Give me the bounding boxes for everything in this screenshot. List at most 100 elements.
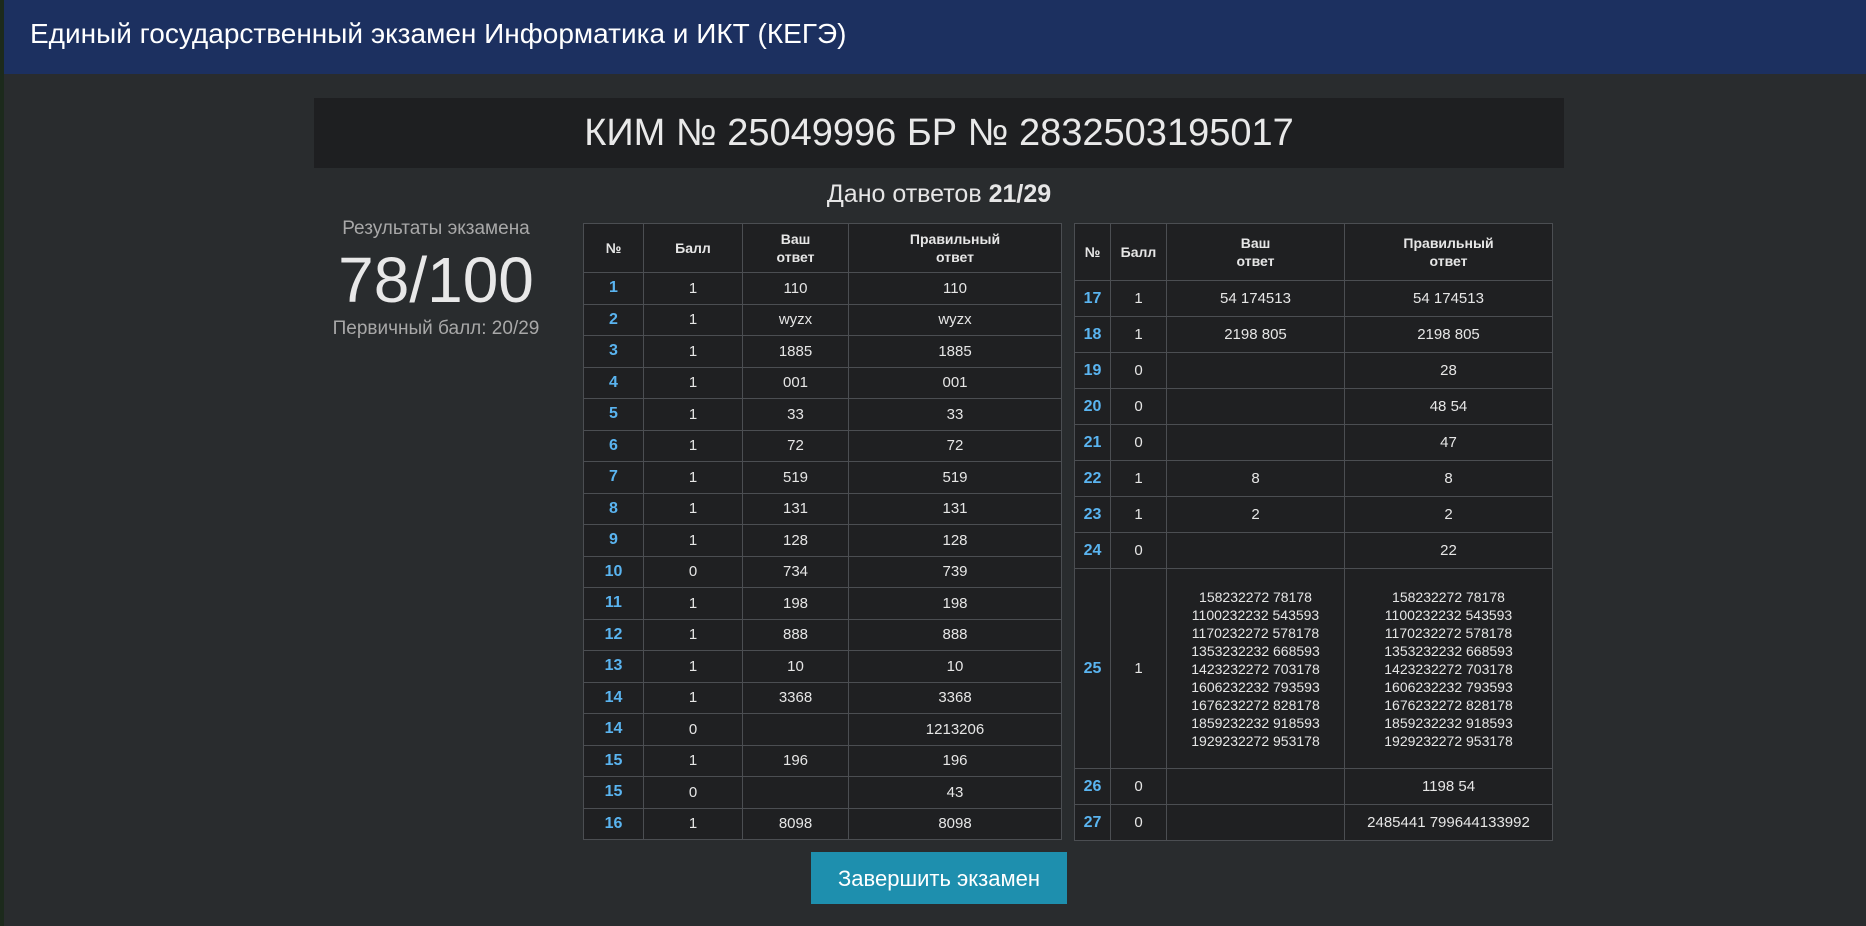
your-answer: 2 — [1166, 496, 1345, 533]
col-correct-answer: Правильный ответ — [848, 223, 1062, 273]
task-number[interactable]: 1 — [583, 272, 644, 305]
task-score: 1 — [643, 461, 743, 494]
task-score: 0 — [643, 713, 743, 746]
task-score: 1 — [1110, 460, 1167, 497]
col-score: Балл — [643, 223, 743, 273]
col-your-answer: Ваш ответ — [742, 223, 849, 273]
your-answer — [1166, 352, 1345, 389]
task-score: 1 — [643, 492, 743, 525]
answers-table-left: № Балл Ваш ответ Правильный ответ 1 1 110 110… — [583, 223, 1062, 840]
task-number[interactable]: 2 — [583, 303, 644, 336]
your-answer: 519 — [742, 461, 849, 494]
correct-answer-line: 1676232272 828178 — [1384, 696, 1513, 713]
task-score: 1 — [643, 650, 743, 683]
task-score: 0 — [1110, 532, 1167, 569]
your-answer: 2198 805 — [1166, 316, 1345, 353]
task-number[interactable]: 3 — [583, 335, 644, 368]
task-score: 1 — [643, 744, 743, 777]
table-row: 18 1 2198 805 2198 805 — [1074, 316, 1553, 353]
correct-answer: 28 — [1344, 352, 1553, 389]
task-number[interactable]: 10 — [583, 555, 644, 588]
table-row: 4 1 001 001 — [583, 366, 1062, 399]
task-number[interactable]: 7 — [583, 461, 644, 494]
task-number[interactable]: 22 — [1074, 460, 1111, 497]
answers-given-count: 21/29 — [988, 180, 1052, 208]
correct-answer: 48 54 — [1344, 388, 1553, 425]
task-number[interactable]: 12 — [583, 618, 644, 651]
task-number[interactable]: 14 — [583, 681, 644, 714]
answers-table-right: № Балл Ваш ответ Правильный ответ 17 1 54 17… — [1074, 223, 1553, 841]
task-number[interactable]: 9 — [583, 524, 644, 557]
your-answer: 131 — [742, 492, 849, 525]
table-row: 2 1 wyzx wyzx — [583, 303, 1062, 336]
your-answer: 196 — [742, 744, 849, 777]
task-number[interactable]: 19 — [1074, 352, 1111, 389]
your-answer — [1166, 768, 1345, 805]
correct-answer: 2 — [1344, 496, 1553, 533]
table-row: 6 1 72 72 — [583, 429, 1062, 462]
task-number[interactable]: 16 — [583, 807, 644, 840]
finish-exam-button[interactable]: Завершить экзамен — [811, 852, 1067, 904]
your-answer: 734 — [742, 555, 849, 588]
task-score: 1 — [643, 429, 743, 462]
col-number: № — [583, 223, 644, 273]
table-row: 13 1 10 10 — [583, 650, 1062, 683]
your-answer: 72 — [742, 429, 849, 462]
task-number[interactable]: 21 — [1074, 424, 1111, 461]
your-answer: 128 — [742, 524, 849, 557]
task-score: 1 — [1110, 316, 1167, 353]
task-number[interactable]: 23 — [1074, 496, 1111, 533]
header-bar: Единый государственный экзамен Информати… — [4, 0, 1866, 74]
table-row: 25 1 158232272 78178 1100232232 543593 11702… — [1074, 568, 1553, 769]
your-answer-line: 1606232232 793593 — [1191, 678, 1320, 695]
task-number[interactable]: 20 — [1074, 388, 1111, 425]
col-number: № — [1074, 223, 1111, 281]
answers-given-label: Дано ответов — [826, 180, 982, 208]
task-number[interactable]: 27 — [1074, 804, 1111, 841]
correct-answer: 198 — [848, 587, 1062, 620]
correct-answer: 1198 54 — [1344, 768, 1553, 805]
your-answer — [1166, 388, 1345, 425]
task-score: 1 — [643, 366, 743, 399]
correct-answer: 888 — [848, 618, 1062, 651]
table-row: 15 0 43 — [583, 776, 1062, 809]
task-number[interactable]: 11 — [583, 587, 644, 620]
correct-answer: 2198 805 — [1344, 316, 1553, 353]
task-number[interactable]: 25 — [1074, 568, 1111, 769]
task-number[interactable]: 4 — [583, 366, 644, 399]
task-number[interactable]: 14 — [583, 713, 644, 746]
table-header-row: № Балл Ваш ответ Правильный ответ — [1074, 223, 1553, 281]
task-number[interactable]: 26 — [1074, 768, 1111, 805]
task-number[interactable]: 24 — [1074, 532, 1111, 569]
correct-answer-line: 1929232272 953178 — [1384, 732, 1513, 749]
task-number[interactable]: 8 — [583, 492, 644, 525]
task-number[interactable]: 15 — [583, 776, 644, 809]
table-row: 12 1 888 888 — [583, 618, 1062, 651]
your-answer: 33 — [742, 398, 849, 431]
task-number[interactable]: 15 — [583, 744, 644, 777]
task-score: 1 — [643, 335, 743, 368]
your-answer: 1885 — [742, 335, 849, 368]
correct-answer: 158232272 78178 1100232232 543593 11702322… — [1344, 568, 1553, 769]
correct-answer: 54 174513 — [1344, 280, 1553, 317]
your-answer-line: 1170232272 578178 — [1191, 624, 1320, 641]
task-number[interactable]: 5 — [583, 398, 644, 431]
task-number[interactable]: 18 — [1074, 316, 1111, 353]
table-row: 8 1 131 131 — [583, 492, 1062, 525]
task-score: 1 — [643, 398, 743, 431]
your-answer-line: 1423232272 703178 — [1191, 660, 1320, 677]
your-answer — [742, 713, 849, 746]
task-score: 1 — [643, 681, 743, 714]
table-header-row: № Балл Ваш ответ Правильный ответ — [583, 223, 1062, 273]
table-row: 14 0 1213206 — [583, 713, 1062, 746]
correct-answer-line: 1859232232 918593 — [1384, 714, 1513, 731]
correct-answer-line: 1353232232 668593 — [1384, 642, 1513, 659]
task-number[interactable]: 13 — [583, 650, 644, 683]
your-answer-line: 1353232232 668593 — [1191, 642, 1320, 659]
task-number[interactable]: 6 — [583, 429, 644, 462]
your-answer: 198 — [742, 587, 849, 620]
task-number[interactable]: 17 — [1074, 280, 1111, 317]
task-score: 1 — [643, 587, 743, 620]
your-answer — [1166, 804, 1345, 841]
correct-answer-line: 1170232272 578178 — [1384, 624, 1513, 641]
